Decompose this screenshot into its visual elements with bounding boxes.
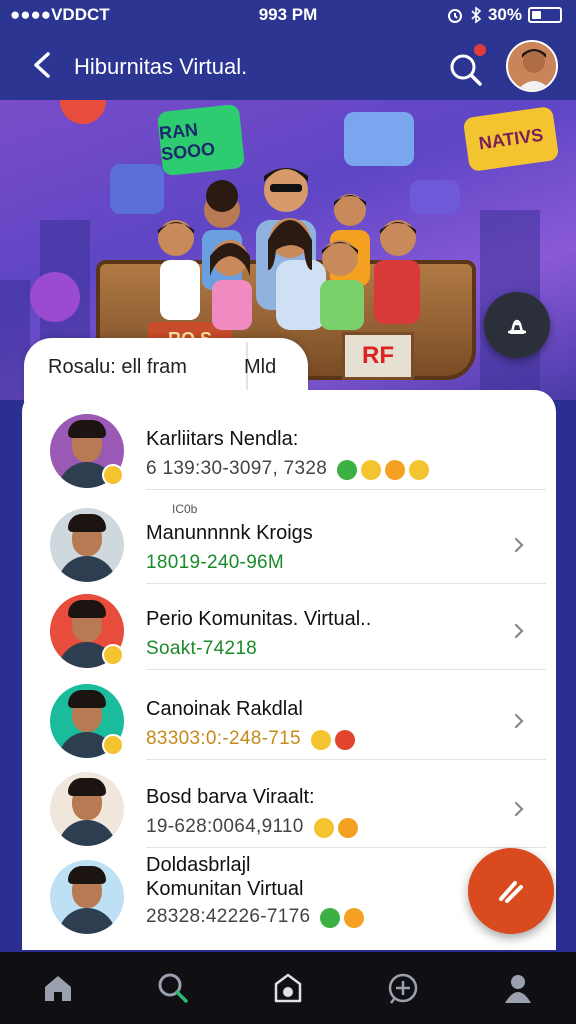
emoji-icon: [314, 818, 334, 838]
cartoon-group-illustration: [158, 168, 420, 330]
emoji-icon: [344, 908, 364, 928]
chevron-right-icon: [514, 623, 524, 639]
list-item-subtitle: 6 139:30-3097, 7328: [146, 458, 328, 479]
tab-secondary[interactable]: Mld: [244, 356, 276, 379]
emoji-badge: [102, 644, 124, 666]
notification-dot: [472, 42, 488, 58]
emoji-icon: [385, 460, 405, 480]
emoji-badge: [102, 464, 124, 486]
app-header: Hiburnitas Virtual.: [0, 32, 576, 100]
emoji-icon: [409, 460, 429, 480]
emoji-icon: [335, 730, 355, 750]
add-icon: [388, 973, 418, 1004]
balloon-icon: [60, 100, 106, 124]
list-item-subtitle: 83303:0:-248-715: [146, 728, 301, 749]
tab-primary[interactable]: Rosalu: ell fram: [48, 356, 187, 379]
emoji-reactions: [320, 908, 364, 928]
bluetooth-icon: [471, 6, 482, 24]
nav-profile[interactable]: [496, 966, 540, 1010]
list-item-name: Canoinak Rakdlal: [146, 698, 303, 720]
bottom-nav: [0, 952, 576, 1024]
feed-icon: [274, 973, 302, 1003]
row-divider: [146, 669, 546, 670]
chevron-right-icon: [514, 537, 524, 553]
list-item[interactable]: Canoinak Rakdlal 83303:0:-248-715: [22, 672, 556, 760]
nav-add[interactable]: [381, 966, 425, 1010]
nav-search[interactable]: [151, 966, 195, 1010]
scale-icon: [508, 319, 526, 334]
list-item-name: Perio Komunitas. Virtual..: [146, 608, 372, 630]
list-item-subtitle: 19-628:0064,9110: [146, 816, 304, 837]
sign-board-right: NATIVS: [462, 105, 560, 173]
chevron-right-icon: [514, 713, 524, 729]
edit-icon: [499, 881, 523, 903]
list-item-overline: IC0b: [172, 502, 198, 516]
emoji-icon: [311, 730, 331, 750]
emoji-icon: [320, 908, 340, 928]
status-bar: ●●●●VDDCT 993 PM 30%: [0, 0, 576, 32]
page-title: Hiburnitas Virtual.: [74, 54, 248, 79]
avatar: [50, 860, 124, 934]
list-item-name: Bosd barva Viraalt:: [146, 786, 315, 808]
emoji-reactions: [311, 730, 355, 750]
emoji-badge: [102, 734, 124, 756]
nav-feed[interactable]: [266, 966, 310, 1010]
nav-home[interactable]: [36, 966, 80, 1010]
emoji-icon: [361, 460, 381, 480]
scale-button[interactable]: [484, 292, 550, 358]
emoji-reactions: [314, 818, 358, 838]
chevron-right-icon: [514, 801, 524, 817]
list-item-subtitle: 28328:42226-7176: [146, 906, 311, 927]
battery-icon: [528, 7, 562, 23]
planet-icon: [30, 272, 80, 322]
compose-button[interactable]: [468, 848, 554, 934]
list-item-subtitle: 18019-240-96M: [146, 552, 285, 573]
search-icon: [158, 973, 188, 1003]
emoji-icon: [338, 818, 358, 838]
sign-board-right-text: NATIVS: [477, 124, 545, 153]
status-right: 30%: [446, 5, 562, 25]
list-item-name: Karliitars Nendla:: [146, 428, 299, 450]
list-item-name-secondary: Komunitan Virtual: [146, 878, 304, 900]
avatar: [50, 772, 124, 846]
emoji-reactions: [337, 460, 429, 480]
list-item[interactable]: IC0b Manunnnnk Kroigs 18019-240-96M: [22, 496, 556, 584]
list-item-name: Doldasbrlajl: [146, 854, 251, 876]
row-divider: [146, 489, 546, 490]
list-item-subtitle: Soakt-74218: [146, 638, 258, 659]
back-arrow-icon[interactable]: [30, 50, 54, 80]
battery-percent: 30%: [487, 5, 522, 24]
profile-icon: [505, 975, 532, 1003]
list-item[interactable]: Bosd barva Viraalt: 19-628:0064,9110: [22, 760, 556, 848]
alarm-icon: [447, 9, 462, 23]
home-icon: [44, 976, 71, 1001]
user-avatar[interactable]: [506, 40, 558, 92]
list-item[interactable]: Perio Komunitas. Virtual.. Soakt-74218: [22, 582, 556, 670]
list-item[interactable]: Karliitars Nendla: 6 139:30-3097, 7328: [22, 402, 556, 490]
avatar: [50, 508, 124, 582]
list-item-name: Manunnnnk Kroigs: [146, 522, 313, 544]
emoji-icon: [337, 460, 357, 480]
